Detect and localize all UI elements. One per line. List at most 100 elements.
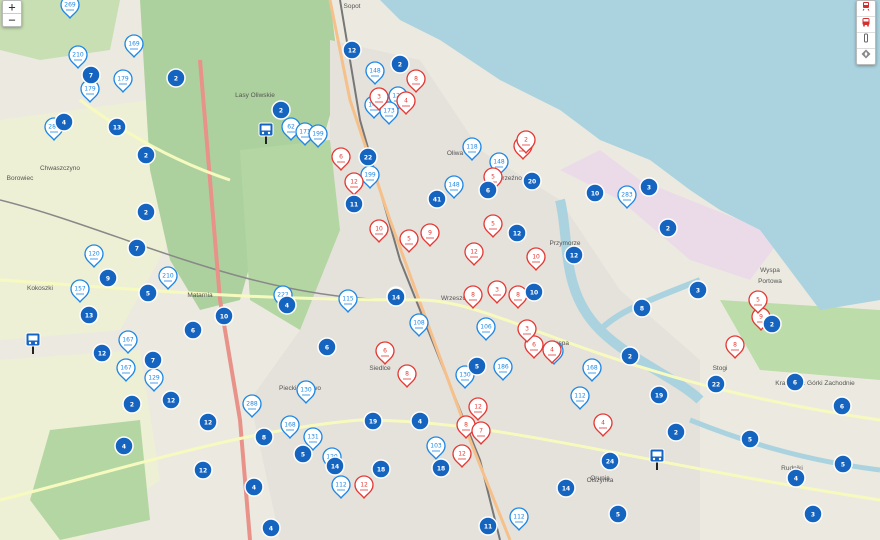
cluster-count: 2: [770, 322, 774, 329]
cluster-marker[interactable]: 2: [136, 202, 156, 222]
cluster-marker[interactable]: 4: [410, 411, 430, 431]
cluster-marker[interactable]: 41: [427, 189, 447, 209]
cluster-marker[interactable]: 5: [740, 429, 760, 449]
cluster-marker[interactable]: 10: [214, 306, 234, 326]
cluster-marker[interactable]: 4: [54, 112, 74, 132]
map-canvas[interactable]: SopotWyspaPortowaWrzeszczOliwaPrzymorzeZ…: [0, 0, 880, 540]
cluster-marker[interactable]: 2: [762, 314, 782, 334]
cluster-marker[interactable]: 5: [467, 356, 487, 376]
map-label: Sopot: [344, 3, 361, 10]
cluster-marker[interactable]: 7: [127, 238, 147, 258]
cluster-marker[interactable]: 5: [293, 444, 313, 464]
cluster-count: 19: [369, 419, 377, 426]
cluster-marker[interactable]: 24: [600, 451, 620, 471]
cluster-count: 5: [841, 462, 845, 469]
cluster-marker[interactable]: 4: [244, 477, 264, 497]
pin-count: 8: [516, 292, 520, 299]
pin-count: 8: [414, 76, 418, 83]
cluster-marker[interactable]: 6: [317, 337, 337, 357]
cluster-marker[interactable]: 3: [803, 504, 823, 524]
cluster-marker[interactable]: 2: [166, 68, 186, 88]
cluster-marker[interactable]: 14: [556, 478, 576, 498]
zoom-control: + −: [2, 0, 22, 27]
cluster-marker[interactable]: 3: [688, 280, 708, 300]
info-icon[interactable]: [857, 32, 875, 48]
cluster-marker[interactable]: 12: [507, 223, 527, 243]
cluster-marker[interactable]: 14: [386, 287, 406, 307]
cluster-marker[interactable]: 7: [143, 350, 163, 370]
cluster-marker[interactable]: 4: [786, 468, 806, 488]
cluster-count: 12: [98, 351, 106, 358]
cluster-marker[interactable]: 11: [344, 194, 364, 214]
cluster-marker[interactable]: 2: [122, 394, 142, 414]
compass-icon[interactable]: [857, 48, 875, 64]
cluster-marker[interactable]: 18: [371, 459, 391, 479]
pin-count: 288: [246, 401, 258, 408]
pin-count: 112: [574, 393, 586, 400]
cluster-marker[interactable]: 2: [136, 145, 156, 165]
cluster-marker[interactable]: 13: [107, 117, 127, 137]
cluster-marker[interactable]: 10: [585, 183, 605, 203]
pin-count: 167: [122, 337, 134, 344]
cluster-count: 4: [269, 526, 273, 533]
cluster-marker[interactable]: 12: [161, 390, 181, 410]
cluster-count: 5: [616, 512, 620, 519]
cluster-count: 10: [530, 290, 538, 297]
cluster-marker[interactable]: 7: [81, 65, 101, 85]
cluster-marker[interactable]: 12: [193, 460, 213, 480]
cluster-marker[interactable]: 12: [342, 40, 362, 60]
map-label: Portowa: [758, 278, 782, 285]
cluster-marker[interactable]: 3: [639, 177, 659, 197]
zoom-in-button[interactable]: +: [3, 1, 21, 13]
cluster-marker[interactable]: 22: [358, 147, 378, 167]
cluster-marker[interactable]: 6: [183, 320, 203, 340]
cluster-count: 7: [89, 73, 93, 80]
cluster-marker[interactable]: 12: [198, 412, 218, 432]
cluster-marker[interactable]: 5: [833, 454, 853, 474]
cluster-marker[interactable]: 22: [706, 374, 726, 394]
pin-count: 169: [128, 41, 140, 48]
cluster-marker[interactable]: 18: [431, 458, 451, 478]
pin-count: 6: [532, 342, 536, 349]
cluster-marker[interactable]: 6: [478, 180, 498, 200]
map-label: Stogi: [713, 365, 728, 372]
cluster-marker[interactable]: 6: [785, 372, 805, 392]
cluster-marker[interactable]: 10: [524, 282, 544, 302]
cluster-marker[interactable]: 11: [478, 516, 498, 536]
cluster-count: 4: [794, 476, 798, 483]
cluster-marker[interactable]: 19: [649, 385, 669, 405]
cluster-marker[interactable]: 2: [271, 100, 291, 120]
cluster-marker[interactable]: 2: [620, 346, 640, 366]
cluster-marker[interactable]: 8: [632, 298, 652, 318]
cluster-marker[interactable]: 14: [325, 456, 345, 476]
cluster-marker[interactable]: 4: [114, 436, 134, 456]
cluster-count: 22: [364, 155, 372, 162]
cluster-marker[interactable]: 2: [390, 54, 410, 74]
cluster-count: 2: [130, 402, 134, 409]
cluster-marker[interactable]: 8: [254, 427, 274, 447]
cluster-marker[interactable]: 4: [277, 295, 297, 315]
cluster-marker[interactable]: 12: [564, 245, 584, 265]
train-icon[interactable]: [857, 1, 875, 16]
cluster-marker[interactable]: 20: [522, 171, 542, 191]
pin-count: 168: [284, 422, 296, 429]
cluster-count: 12: [513, 231, 521, 238]
cluster-marker[interactable]: 13: [79, 305, 99, 325]
pin-count: 129: [148, 375, 160, 382]
map-label: Siedlce: [369, 365, 391, 372]
pin-count: 8: [733, 342, 737, 349]
zoom-out-button[interactable]: −: [3, 13, 21, 26]
pin-count: 168: [586, 365, 598, 372]
cluster-marker[interactable]: 2: [658, 218, 678, 238]
cluster-marker[interactable]: 9: [98, 268, 118, 288]
cluster-marker[interactable]: 5: [608, 504, 628, 524]
bus-icon[interactable]: [857, 16, 875, 32]
cluster-marker[interactable]: 2: [666, 422, 686, 442]
cluster-marker[interactable]: 4: [261, 518, 281, 538]
cluster-marker[interactable]: 19: [363, 411, 383, 431]
cluster-marker[interactable]: 5: [138, 283, 158, 303]
cluster-marker[interactable]: 6: [832, 396, 852, 416]
pin-count: 115: [342, 296, 354, 303]
cluster-marker[interactable]: 12: [92, 343, 112, 363]
pin-count: 148: [448, 182, 460, 189]
